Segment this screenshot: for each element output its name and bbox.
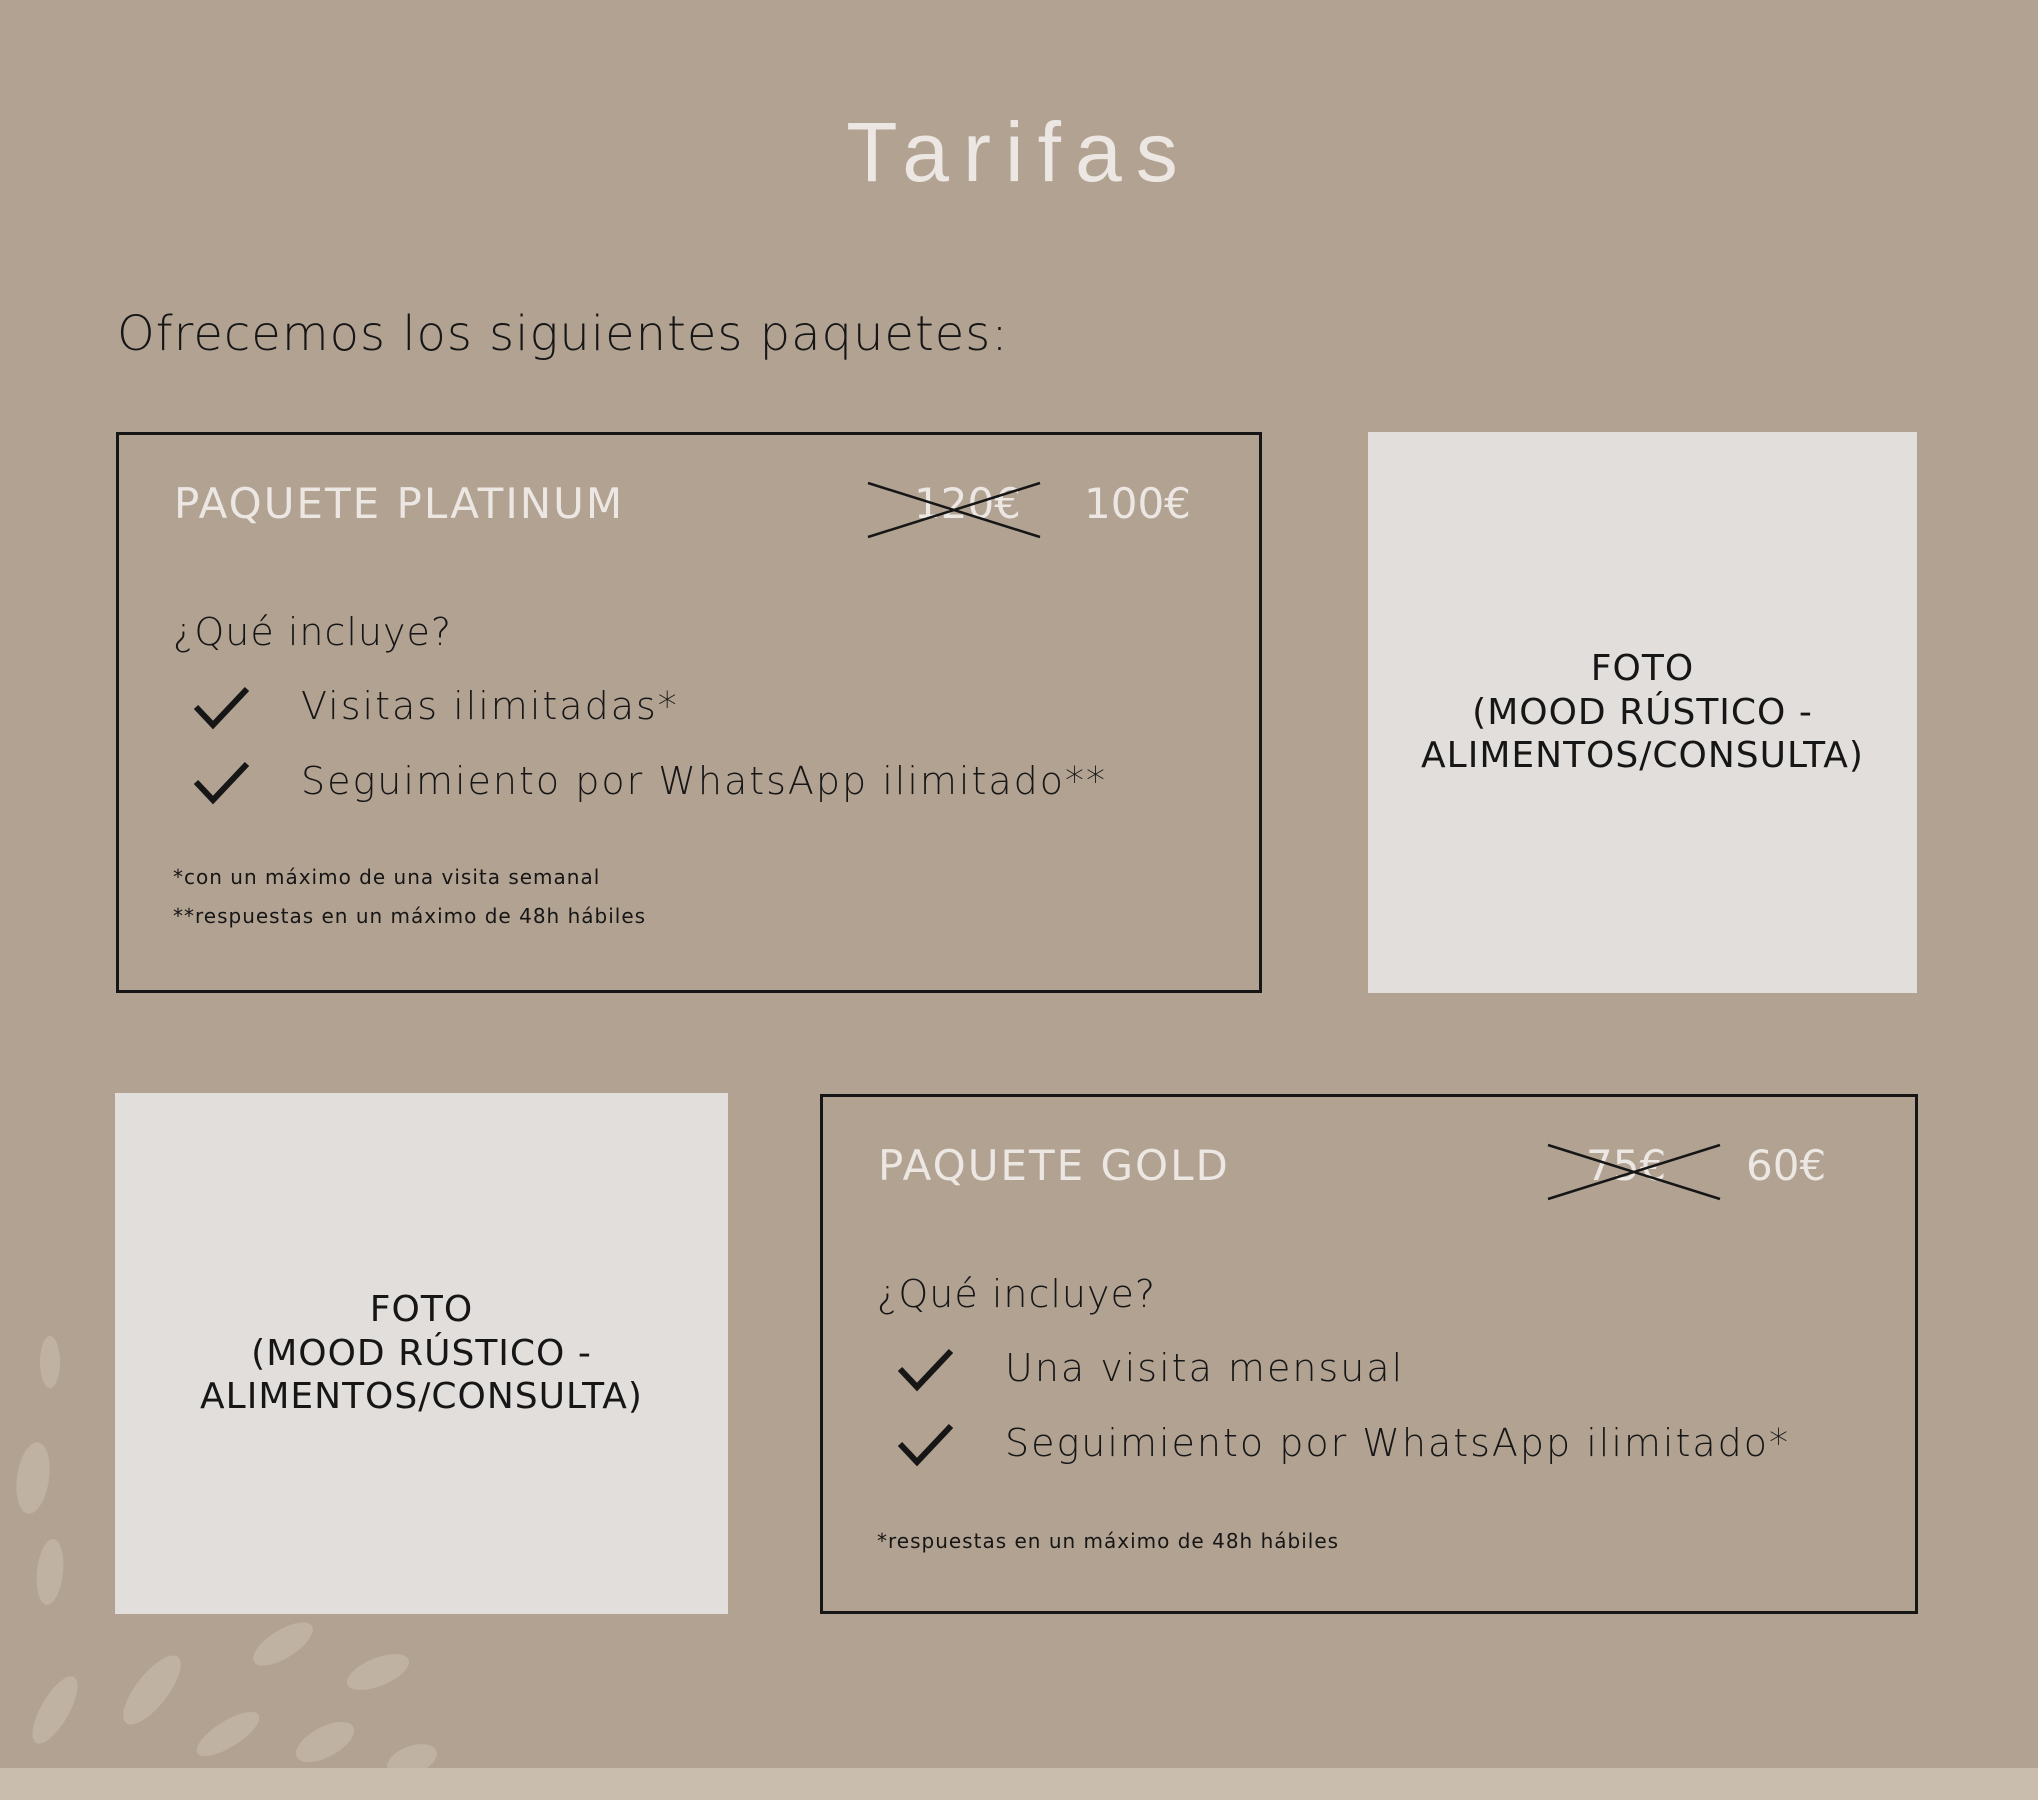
package-name: PAQUETE GOLD bbox=[878, 1141, 1230, 1190]
footnote: *con un máximo de una visita semanal bbox=[173, 865, 601, 889]
includes-heading: ¿Qué incluye? bbox=[877, 1272, 1157, 1316]
bottom-band bbox=[0, 1768, 2038, 1800]
check-icon bbox=[897, 1423, 954, 1467]
check-icon bbox=[897, 1348, 954, 1392]
feature-label: Seguimiento por WhatsApp ilimitado** bbox=[301, 759, 1108, 803]
package-card-gold: PAQUETE GOLD 75€ 60€ ¿Qué incluye? Una v… bbox=[820, 1094, 1918, 1614]
check-icon bbox=[193, 761, 250, 805]
photo-placeholder: FOTO (MOOD RÚSTICO - ALIMENTOS/CONSULTA) bbox=[1368, 432, 1917, 993]
intro-text: Ofrecemos los siguientes paquetes: bbox=[117, 306, 1009, 362]
check-icon bbox=[193, 686, 250, 730]
package-name: PAQUETE PLATINUM bbox=[174, 479, 625, 528]
photo-placeholder-label: FOTO (MOOD RÚSTICO - ALIMENTOS/CONSULTA) bbox=[1421, 647, 1864, 777]
footnote: **respuestas en un máximo de 48h hábiles bbox=[173, 904, 647, 928]
strikethrough-cross-icon bbox=[1547, 1143, 1721, 1201]
package-card-platinum: PAQUETE PLATINUM 120€ 100€ ¿Qué incluye?… bbox=[116, 432, 1262, 993]
current-price: 100€ bbox=[1084, 479, 1191, 528]
footnote: *respuestas en un máximo de 48h hábiles bbox=[877, 1529, 1340, 1553]
includes-heading: ¿Qué incluye? bbox=[173, 610, 453, 654]
decorative-brush-strokes bbox=[16, 1336, 437, 1768]
feature-label: Visitas ilimitadas* bbox=[301, 684, 679, 728]
strikethrough-cross-icon bbox=[867, 481, 1041, 539]
current-price: 60€ bbox=[1746, 1141, 1827, 1190]
feature-label: Seguimiento por WhatsApp ilimitado* bbox=[1005, 1421, 1791, 1465]
page-title: Tarifas bbox=[846, 105, 1192, 200]
feature-label: Una visita mensual bbox=[1005, 1346, 1405, 1390]
